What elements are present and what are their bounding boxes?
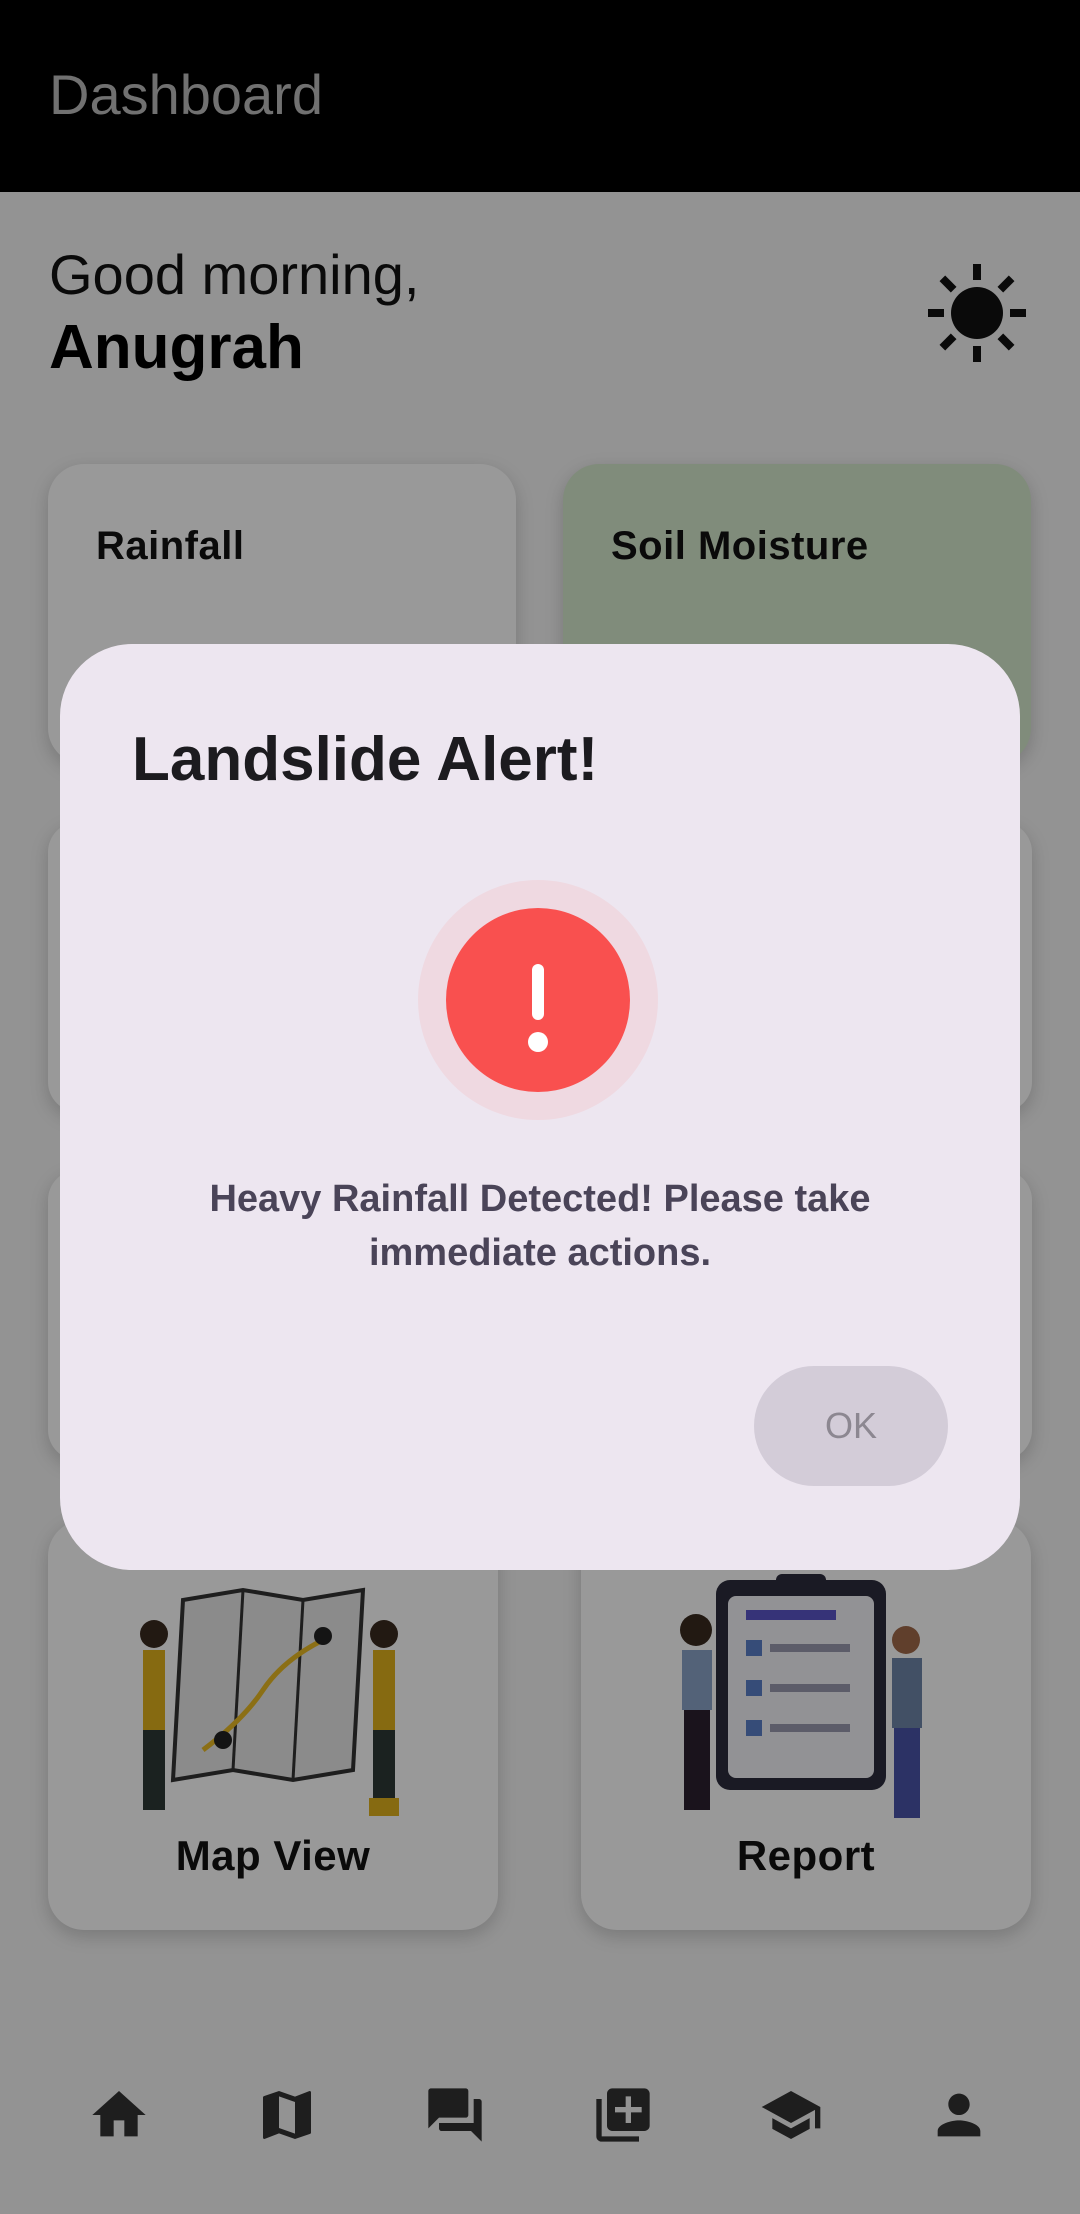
alert-exclamation-icon [446, 908, 630, 1092]
ok-button[interactable]: OK [754, 1366, 948, 1486]
dialog-title: Landslide Alert! [132, 725, 599, 794]
landslide-alert-dialog: Landslide Alert! Heavy Rainfall Detected… [60, 644, 1020, 1570]
dialog-message: Heavy Rainfall Detected! Please take imm… [209, 1178, 871, 1274]
